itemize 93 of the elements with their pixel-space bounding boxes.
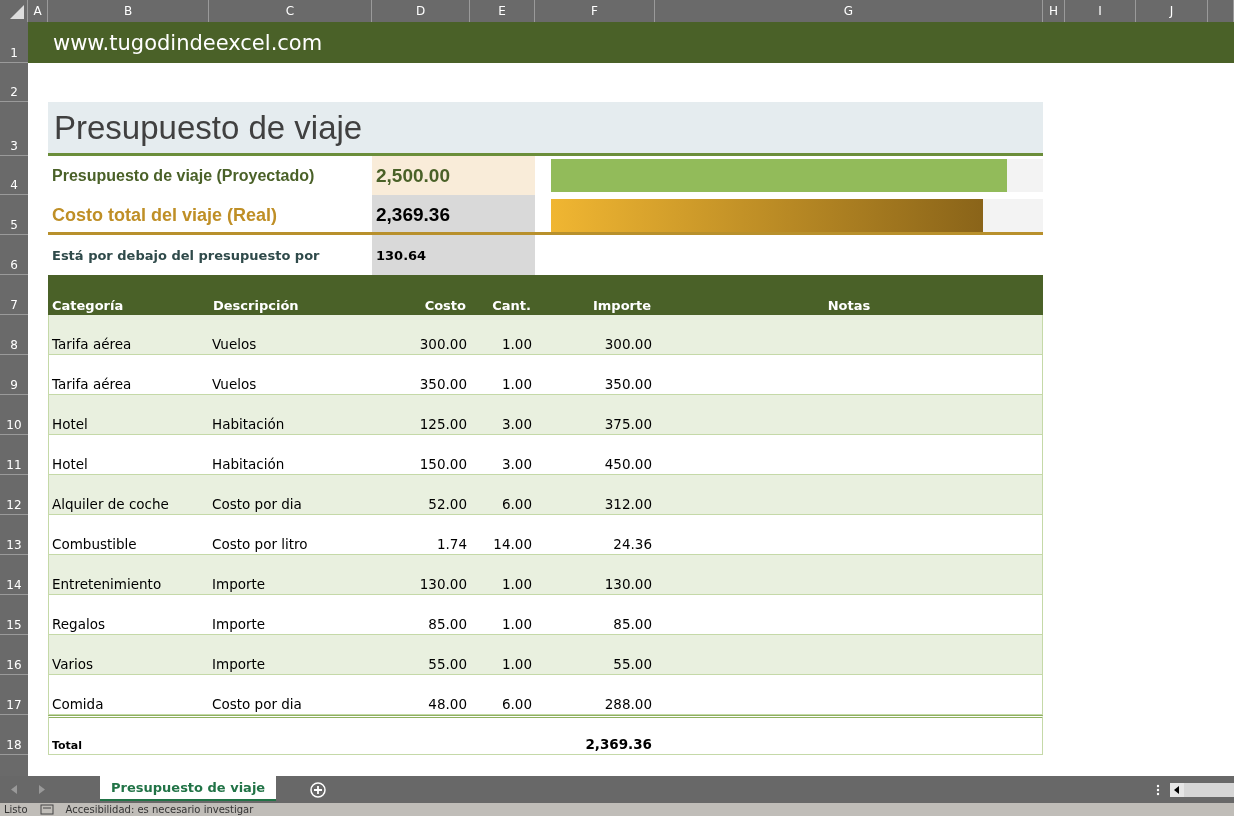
column-heading: Costo xyxy=(423,298,467,313)
table-cell-text: Vuelos xyxy=(211,336,258,352)
row-number[interactable]: 1 xyxy=(0,22,28,63)
table-cell-text: 150.00 xyxy=(418,456,468,472)
status-mode: Listo xyxy=(4,803,28,816)
table-cell-text: Importe xyxy=(211,656,267,672)
sheet-title: Presupuesto de viaje xyxy=(54,108,363,147)
table-cell-text: 125.00 xyxy=(418,416,468,432)
table-cell-text: Habitación xyxy=(211,456,286,472)
table-cell-text: 130.00 xyxy=(418,576,468,592)
table-cell-text: 85.00 xyxy=(612,616,653,632)
table-cell-text: 55.00 xyxy=(612,656,653,672)
table-cell-text: Tarifa aérea xyxy=(51,336,133,352)
table-cell-text: 85.00 xyxy=(427,616,468,632)
row-number[interactable]: 12 xyxy=(0,475,28,515)
page-view-icon[interactable] xyxy=(39,804,54,815)
table-cell-text: Regalos xyxy=(51,616,106,632)
site-url: www.tugodindeexcel.com xyxy=(53,30,323,55)
row-number[interactable]: 17 xyxy=(0,675,28,715)
table-cell-text: 55.00 xyxy=(427,656,468,672)
table-cell-text: 375.00 xyxy=(603,416,653,432)
scroll-left-icon[interactable] xyxy=(1170,782,1184,797)
column-heading: Categoría xyxy=(51,298,125,313)
select-all-icon[interactable] xyxy=(10,5,24,19)
table-cell-text: 3.00 xyxy=(500,416,533,432)
table-cell-text: 1.00 xyxy=(500,576,533,592)
table-cell-text: Entretenimiento xyxy=(51,576,163,592)
row-number[interactable]: 18 xyxy=(0,715,28,755)
sheet-tab[interactable]: Presupuesto de viaje xyxy=(100,776,277,801)
row-number[interactable]: 9 xyxy=(0,355,28,395)
table-cell-text: 1.00 xyxy=(500,616,533,632)
column-heading: Cant. xyxy=(491,298,532,313)
table-cell-text: Combustible xyxy=(51,536,138,552)
table-cell-text: 1.74 xyxy=(435,536,468,552)
table-cell-text: Alquiler de coche xyxy=(51,496,170,512)
summary-label: Costo total del viaje (Real) xyxy=(52,204,278,226)
table-cell-text: 6.00 xyxy=(500,696,533,712)
table-cell-text: 312.00 xyxy=(603,496,653,512)
table-cell-text: 350.00 xyxy=(603,376,653,392)
table-cell-text: 130.00 xyxy=(603,576,653,592)
column-heading: Importe xyxy=(591,298,652,313)
difference-label: Está por debajo del presupuesto por xyxy=(52,247,320,263)
add-sheet-icon[interactable] xyxy=(310,781,327,798)
table-cell-text: 48.00 xyxy=(427,696,468,712)
row-number[interactable]: 16 xyxy=(0,635,28,675)
row-number[interactable]: 11 xyxy=(0,435,28,475)
table-cell-text: 300.00 xyxy=(418,336,468,352)
table-cell-text: Vuelos xyxy=(211,376,258,392)
column-heading: Descripción xyxy=(212,298,300,313)
table-cell-text: Habitación xyxy=(211,416,286,432)
table-cell-text: Importe xyxy=(211,576,267,592)
summary-label: Presupuesto de viaje (Proyectado) xyxy=(52,166,315,185)
row-number[interactable]: 13 xyxy=(0,515,28,555)
accessibility-status[interactable]: Accesibilidad: es necesario investigar xyxy=(65,803,254,816)
horizontal-scrollbar[interactable] xyxy=(1170,782,1234,797)
table-cell-text: 300.00 xyxy=(603,336,653,352)
table-cell-text: 1.00 xyxy=(500,336,533,352)
table-cell-text: Hotel xyxy=(51,456,89,472)
row-number[interactable]: 2 xyxy=(0,63,28,102)
row-number[interactable]: 14 xyxy=(0,555,28,595)
row-number[interactable]: 15 xyxy=(0,595,28,635)
difference-value: 130.64 xyxy=(376,247,427,263)
row-number[interactable]: 10 xyxy=(0,395,28,435)
more-options-icon[interactable] xyxy=(1156,783,1160,796)
table-cell-text: 1.00 xyxy=(500,656,533,672)
table-cell-text: Hotel xyxy=(51,416,89,432)
column-heading: Notas xyxy=(826,298,872,313)
summary-value: 2,369.36 xyxy=(376,204,450,226)
table-cell-text: 24.36 xyxy=(612,536,653,552)
table-cell-text: 288.00 xyxy=(603,696,653,712)
table-cell-text: Costo por litro xyxy=(211,536,309,552)
table-cell-text: 350.00 xyxy=(418,376,468,392)
table-cell-text: 52.00 xyxy=(427,496,468,512)
table-cell-text: Importe xyxy=(211,616,267,632)
table-cell-text: Comida xyxy=(51,696,105,712)
row-number[interactable]: 7 xyxy=(0,275,28,315)
total-amount: 2,369.36 xyxy=(584,736,653,752)
table-cell-text: Varios xyxy=(51,656,95,672)
table-cell-text: 450.00 xyxy=(603,456,653,472)
row-number[interactable]: 6 xyxy=(0,235,28,275)
total-label: Total xyxy=(51,739,84,752)
row-number[interactable]: 5 xyxy=(0,195,28,235)
table-cell-text: 1.00 xyxy=(500,376,533,392)
table-cell-text: Tarifa aérea xyxy=(51,376,133,392)
row-number[interactable]: 3 xyxy=(0,102,28,156)
table-cell-text: 3.00 xyxy=(500,456,533,472)
table-cell-text: 6.00 xyxy=(500,496,533,512)
table-cell-text: Costo por dia xyxy=(211,496,303,512)
table-cell-text: Costo por dia xyxy=(211,696,303,712)
row-number[interactable]: 8 xyxy=(0,315,28,355)
row-number[interactable]: 4 xyxy=(0,156,28,195)
summary-value: 2,500.00 xyxy=(376,164,450,187)
table-cell-text: 14.00 xyxy=(492,536,533,552)
